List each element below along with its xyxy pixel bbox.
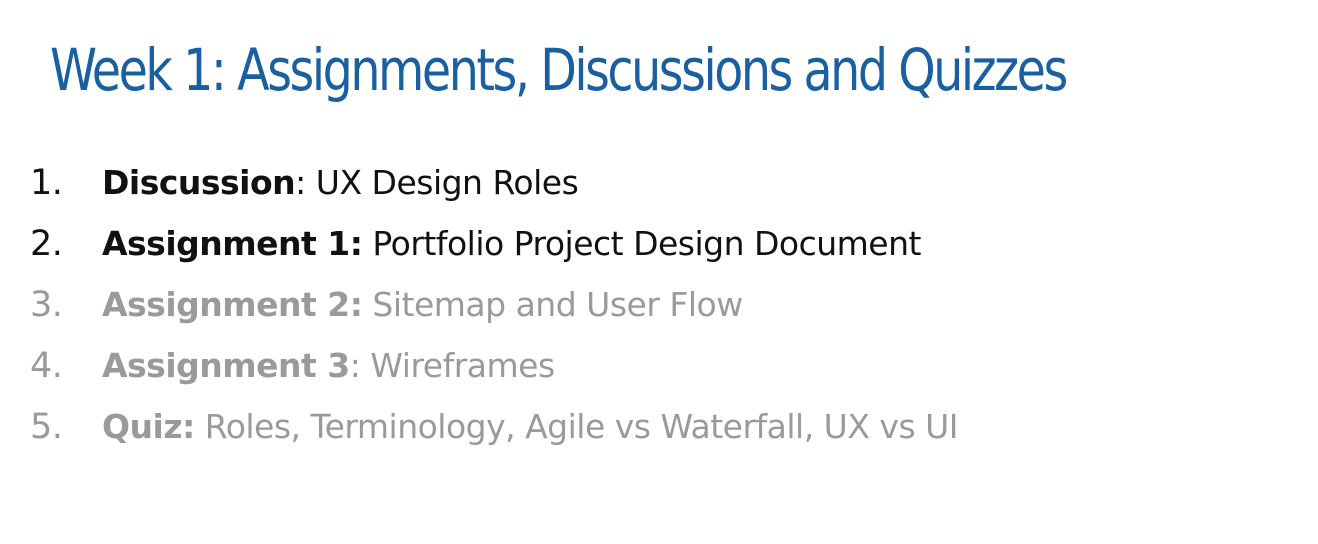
list-item-assignment-1: 2. Assignment 1: Portfolio Project Desig…: [30, 213, 958, 274]
item-text: UX Design Roles: [305, 163, 579, 202]
list-item-assignment-2: 3. Assignment 2: Sitemap and User Flow: [30, 274, 958, 335]
slide: Week 1: Assignments, Discussions and Qui…: [0, 0, 1318, 544]
item-number: 4.: [30, 346, 63, 386]
item-label: Quiz:: [102, 407, 195, 446]
task-list: 1. Discussion : UX Design Roles 2. Assig…: [30, 152, 959, 457]
item-label: Assignment 2:: [102, 285, 363, 324]
item-label: Assignment 1:: [102, 224, 363, 263]
list-item-assignment-3: 4. Assignment 3 : Wireframes: [30, 335, 958, 396]
item-text: Portfolio Project Design Document: [362, 224, 921, 263]
item-text: Wireframes: [360, 346, 555, 385]
item-number: 2.: [30, 224, 63, 264]
item-number: 5.: [30, 407, 63, 447]
slide-title: Week 1: Assignments, Discussions and Qui…: [50, 36, 1068, 104]
item-number: 1.: [30, 163, 63, 203]
item-text: Roles, Terminology, Agile vs Waterfall, …: [194, 407, 959, 446]
item-separator: :: [295, 163, 306, 202]
list-item-discussion: 1. Discussion : UX Design Roles: [30, 152, 958, 213]
item-number: 3.: [30, 285, 63, 325]
item-text: Sitemap and User Flow: [362, 285, 743, 324]
item-label: Assignment 3: [102, 346, 350, 385]
item-separator: :: [349, 346, 361, 385]
item-label: Discussion: [102, 163, 296, 202]
list-item-quiz: 5. Quiz: Roles, Terminology, Agile vs Wa…: [30, 396, 959, 457]
